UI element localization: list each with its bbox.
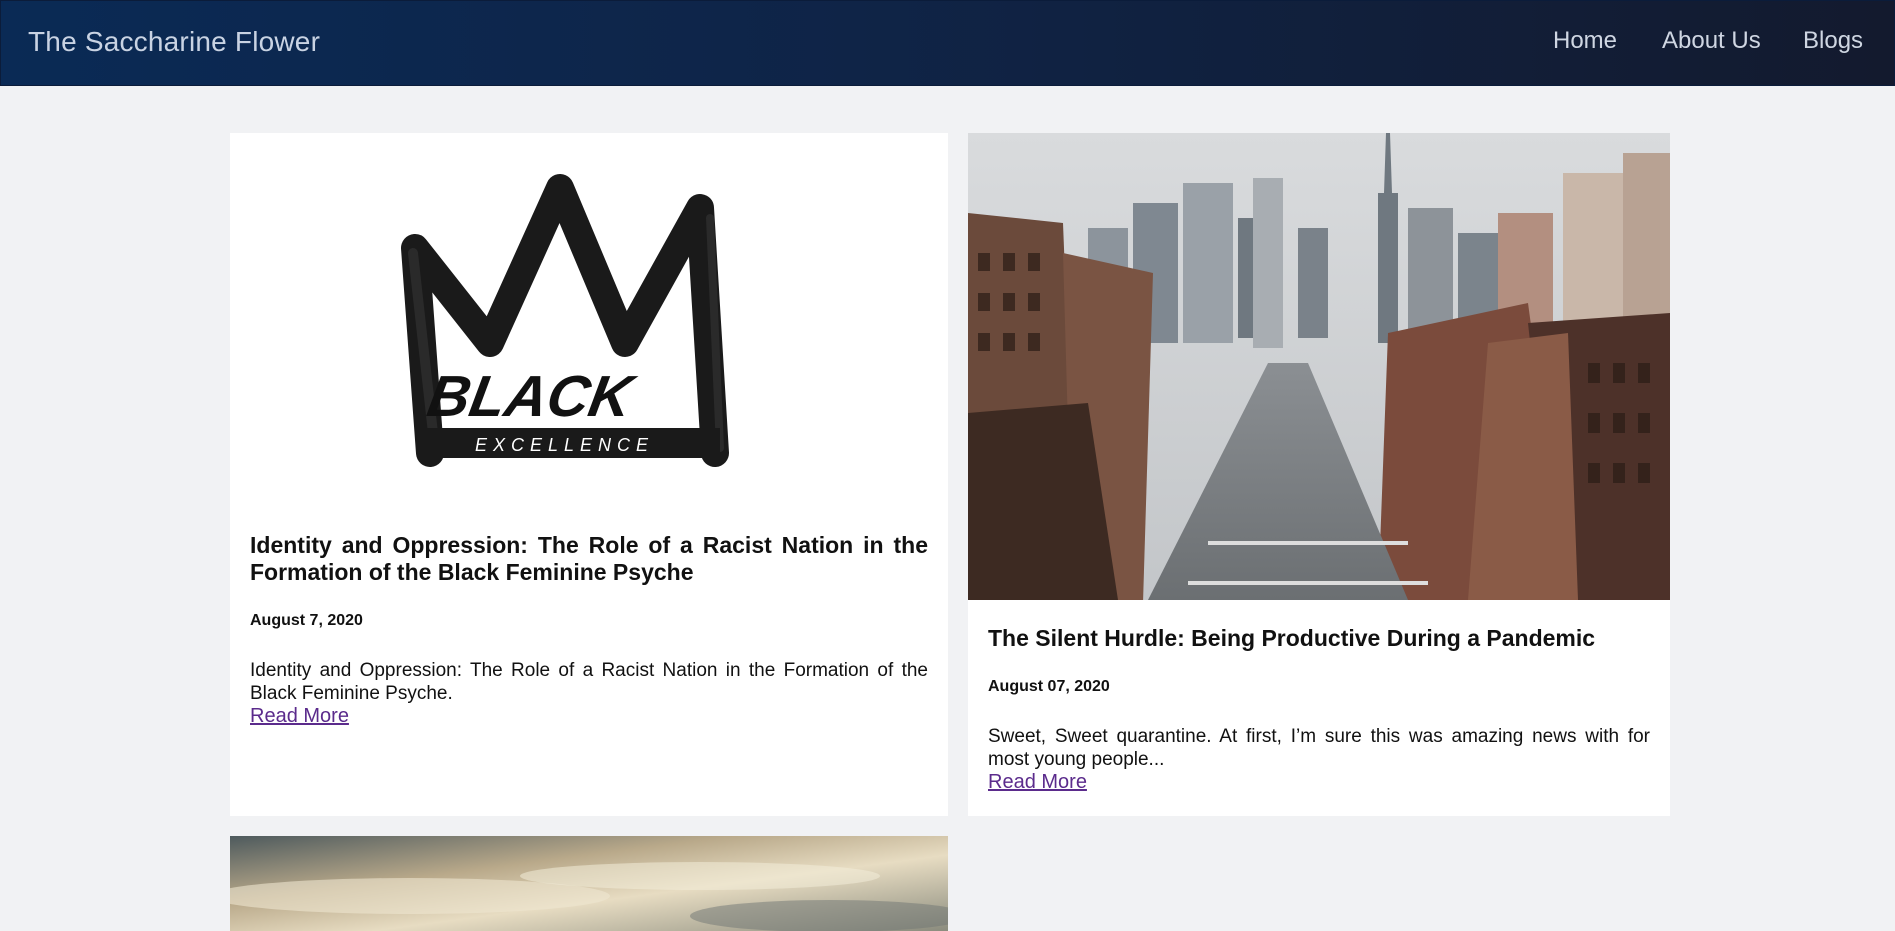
logo-subword: EXCELLENCE bbox=[475, 435, 654, 455]
logo-word: BLACK bbox=[423, 364, 641, 429]
post-title[interactable]: The Silent Hurdle: Being Productive Duri… bbox=[988, 625, 1650, 652]
blog-card-sky bbox=[230, 836, 948, 931]
post-date: August 07, 2020 bbox=[988, 678, 1110, 695]
post-excerpt: Identity and Oppression: The Role of a R… bbox=[250, 660, 928, 704]
read-more-link[interactable]: Read More bbox=[988, 771, 1087, 794]
top-navbar: The Saccharine Flower Home About Us Blog… bbox=[0, 0, 1895, 86]
post-date: August 7, 2020 bbox=[250, 612, 363, 629]
nav-about-us[interactable]: About Us bbox=[1662, 27, 1761, 55]
post-title[interactable]: Identity and Oppression: The Role of a R… bbox=[250, 532, 928, 586]
nav-home[interactable]: Home bbox=[1553, 27, 1617, 55]
crown-icon: BLACK EXCELLENCE bbox=[401, 174, 729, 467]
sky-photo-icon bbox=[230, 836, 948, 931]
city-photo-icon bbox=[968, 133, 1670, 600]
city-street-image bbox=[968, 133, 1670, 600]
nav-blogs[interactable]: Blogs bbox=[1803, 27, 1863, 55]
blog-card-identity: BLACK EXCELLENCE Identity and Oppression… bbox=[230, 133, 948, 816]
read-more-link[interactable]: Read More bbox=[250, 705, 349, 728]
blog-card-pandemic: The Silent Hurdle: Being Productive Duri… bbox=[968, 133, 1670, 816]
post-excerpt: Sweet, Sweet quarantine. At first, I’m s… bbox=[988, 726, 1650, 770]
site-brand[interactable]: The Saccharine Flower bbox=[28, 26, 320, 58]
black-excellence-logo-image: BLACK EXCELLENCE bbox=[230, 133, 948, 513]
